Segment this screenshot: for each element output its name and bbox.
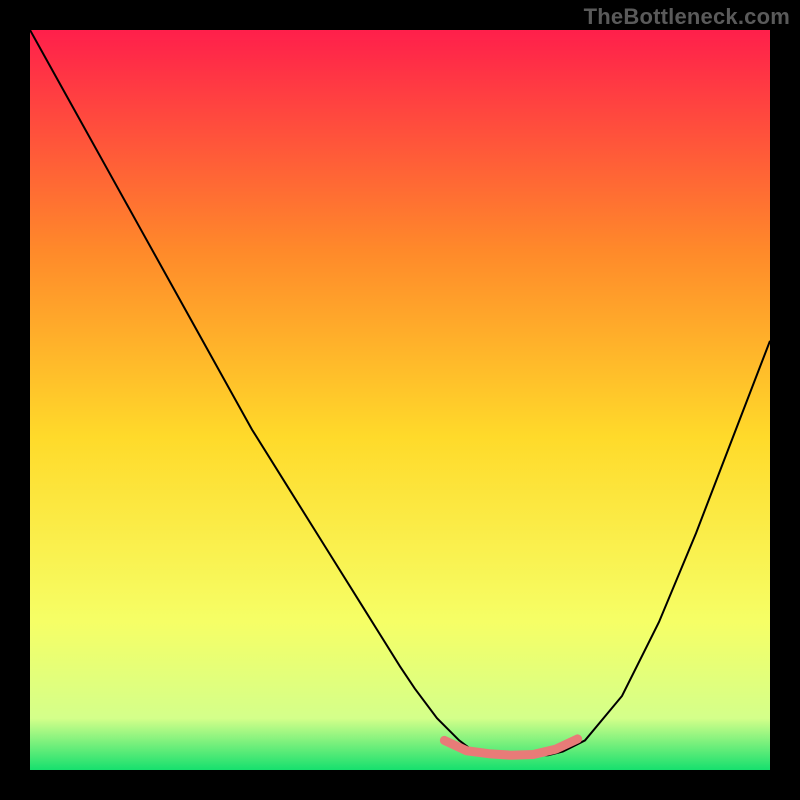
gradient-background — [30, 30, 770, 770]
watermark-text: TheBottleneck.com — [584, 4, 790, 30]
chart-frame: TheBottleneck.com — [0, 0, 800, 800]
plot-area — [30, 30, 770, 770]
chart-svg — [30, 30, 770, 770]
